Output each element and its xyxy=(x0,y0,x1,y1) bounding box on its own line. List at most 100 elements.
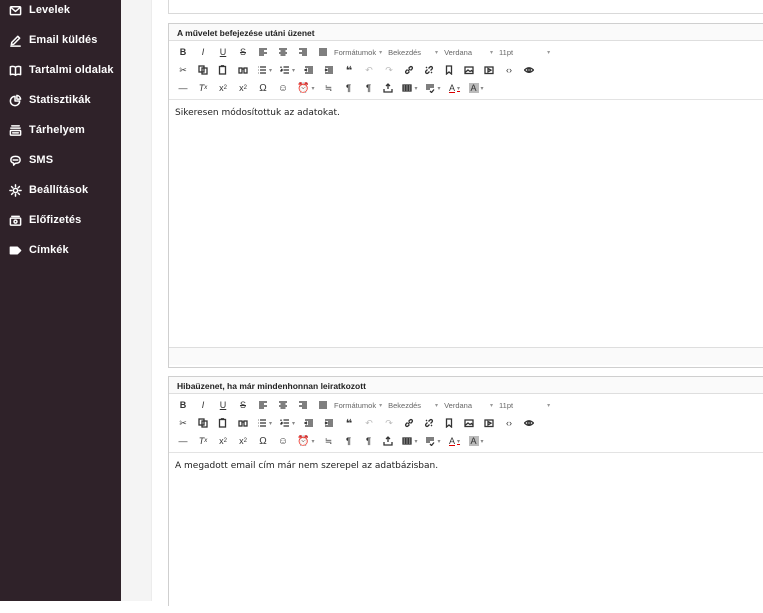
special-char-icon[interactable]: Ω xyxy=(254,80,272,96)
outdent-icon[interactable] xyxy=(300,415,318,431)
sidebar-item-tarhelyem[interactable]: Tárhelyem xyxy=(8,120,85,140)
bookmark-icon[interactable] xyxy=(440,62,458,78)
sidebar-item-cimkek[interactable]: Címkék xyxy=(8,240,69,260)
undo-icon[interactable]: ↶ xyxy=(360,415,378,431)
subscript-icon[interactable]: x2 xyxy=(214,433,232,449)
text-color-icon[interactable]: A ▾ xyxy=(446,433,464,449)
font-size-select[interactable]: 11pt ▾ xyxy=(499,44,550,60)
formats-select[interactable]: Formátumok ▾ xyxy=(334,397,382,413)
paragraph-select[interactable]: Bekezdés ▾ xyxy=(388,44,438,60)
editor-content[interactable]: Sikeresen módosítottuk az adatokat. xyxy=(169,100,763,347)
spellcheck-icon[interactable]: ▾ xyxy=(422,433,443,449)
align-right-button[interactable] xyxy=(294,397,312,413)
horizontal-line-icon[interactable]: — xyxy=(174,433,192,449)
link-icon[interactable] xyxy=(400,62,418,78)
upload-icon[interactable] xyxy=(379,80,397,96)
media-icon[interactable] xyxy=(480,62,498,78)
align-justify-button[interactable] xyxy=(314,44,332,60)
underline-button[interactable]: U xyxy=(214,397,232,413)
sidebar-item-sms[interactable]: SMS xyxy=(8,150,53,170)
page-break-icon[interactable]: ≒ xyxy=(319,80,337,96)
preview-eye-icon[interactable] xyxy=(520,62,538,78)
redo-icon[interactable]: ↷ xyxy=(380,415,398,431)
align-justify-button[interactable] xyxy=(314,397,332,413)
sidebar-item-email-kuldes[interactable]: Email küldés xyxy=(8,30,97,50)
bullet-list-icon[interactable]: ▾ xyxy=(254,62,275,78)
emoticon-icon[interactable]: ☺ xyxy=(274,80,292,96)
italic-button[interactable]: I xyxy=(194,44,212,60)
numbered-list-icon[interactable]: ▾ xyxy=(277,415,298,431)
numbered-list-icon[interactable]: ▾ xyxy=(277,62,298,78)
copy-icon[interactable] xyxy=(194,62,212,78)
preview-eye-icon[interactable] xyxy=(520,415,538,431)
image-icon[interactable] xyxy=(460,62,478,78)
sidebar-item-levelek[interactable]: Levelek xyxy=(8,0,70,20)
code-icon[interactable]: ‹› xyxy=(500,415,518,431)
sidebar-item-beallitasok[interactable]: Beállítások xyxy=(8,180,88,200)
blockquote-icon[interactable]: ❝ xyxy=(340,62,358,78)
align-center-button[interactable] xyxy=(274,397,292,413)
paragraph-mark-icon[interactable]: ¶ xyxy=(339,80,357,96)
bullet-list-icon[interactable]: ▾ xyxy=(254,415,275,431)
datetime-icon[interactable]: ⏰ ▾ xyxy=(294,80,317,96)
cut-icon[interactable]: ✂ xyxy=(174,415,192,431)
undo-icon[interactable]: ↶ xyxy=(360,62,378,78)
redo-icon[interactable]: ↷ xyxy=(380,62,398,78)
sidebar-item-elofizetes[interactable]: Előfizetés xyxy=(8,210,81,230)
font-family-select[interactable]: Verdana ▾ xyxy=(444,44,493,60)
strikethrough-button[interactable]: S xyxy=(234,44,252,60)
find-replace-icon[interactable] xyxy=(234,62,252,78)
strikethrough-button[interactable]: S xyxy=(234,397,252,413)
outdent-icon[interactable] xyxy=(300,62,318,78)
paste-icon[interactable] xyxy=(214,62,232,78)
code-icon[interactable]: ‹› xyxy=(500,62,518,78)
sidebar-item-statisztikak[interactable]: Statisztikák xyxy=(8,90,91,110)
clear-format-icon[interactable]: Tx xyxy=(194,80,212,96)
datetime-icon[interactable]: ⏰ ▾ xyxy=(294,433,317,449)
table-icon[interactable]: ▾ xyxy=(399,433,420,449)
image-icon[interactable] xyxy=(460,415,478,431)
show-blocks-icon[interactable]: ¶ xyxy=(359,433,377,449)
text-color-icon[interactable]: A ▾ xyxy=(446,80,464,96)
page-break-icon[interactable]: ≒ xyxy=(319,433,337,449)
align-center-button[interactable] xyxy=(274,44,292,60)
indent-icon[interactable] xyxy=(320,415,338,431)
align-left-button[interactable] xyxy=(254,397,272,413)
superscript-icon[interactable]: x2 xyxy=(234,80,252,96)
cut-icon[interactable]: ✂ xyxy=(174,62,192,78)
align-left-button[interactable] xyxy=(254,44,272,60)
sidebar-item-tartalmi-oldalak[interactable]: Tartalmi oldalak xyxy=(8,60,114,80)
underline-button[interactable]: U xyxy=(214,44,232,60)
media-icon[interactable] xyxy=(480,415,498,431)
paragraph-select[interactable]: Bekezdés ▾ xyxy=(388,397,438,413)
spellcheck-icon[interactable]: ▾ xyxy=(422,80,443,96)
indent-icon[interactable] xyxy=(320,62,338,78)
bold-button[interactable]: B xyxy=(174,44,192,60)
formats-select[interactable]: Formátumok ▾ xyxy=(334,44,382,60)
horizontal-line-icon[interactable]: — xyxy=(174,80,192,96)
font-size-select[interactable]: 11pt ▾ xyxy=(499,397,550,413)
italic-button[interactable]: I xyxy=(194,397,212,413)
subscript-icon[interactable]: x2 xyxy=(214,80,232,96)
find-replace-icon[interactable] xyxy=(234,415,252,431)
blockquote-icon[interactable]: ❝ xyxy=(340,415,358,431)
unlink-icon[interactable] xyxy=(420,62,438,78)
show-blocks-icon[interactable]: ¶ xyxy=(359,80,377,96)
align-right-button[interactable] xyxy=(294,44,312,60)
clear-format-icon[interactable]: Tx xyxy=(194,433,212,449)
link-icon[interactable] xyxy=(400,415,418,431)
unlink-icon[interactable] xyxy=(420,415,438,431)
upload-icon[interactable] xyxy=(379,433,397,449)
background-color-icon[interactable]: A ▾ xyxy=(466,80,487,96)
table-icon[interactable]: ▾ xyxy=(399,80,420,96)
editor-content[interactable]: A megadott email cím már nem szerepel az… xyxy=(169,453,763,613)
bold-button[interactable]: B xyxy=(174,397,192,413)
superscript-icon[interactable]: x2 xyxy=(234,433,252,449)
special-char-icon[interactable]: Ω xyxy=(254,433,272,449)
font-family-select[interactable]: Verdana ▾ xyxy=(444,397,493,413)
paste-icon[interactable] xyxy=(214,415,232,431)
background-color-icon[interactable]: A ▾ xyxy=(466,433,487,449)
paragraph-mark-icon[interactable]: ¶ xyxy=(339,433,357,449)
copy-icon[interactable] xyxy=(194,415,212,431)
emoticon-icon[interactable]: ☺ xyxy=(274,433,292,449)
